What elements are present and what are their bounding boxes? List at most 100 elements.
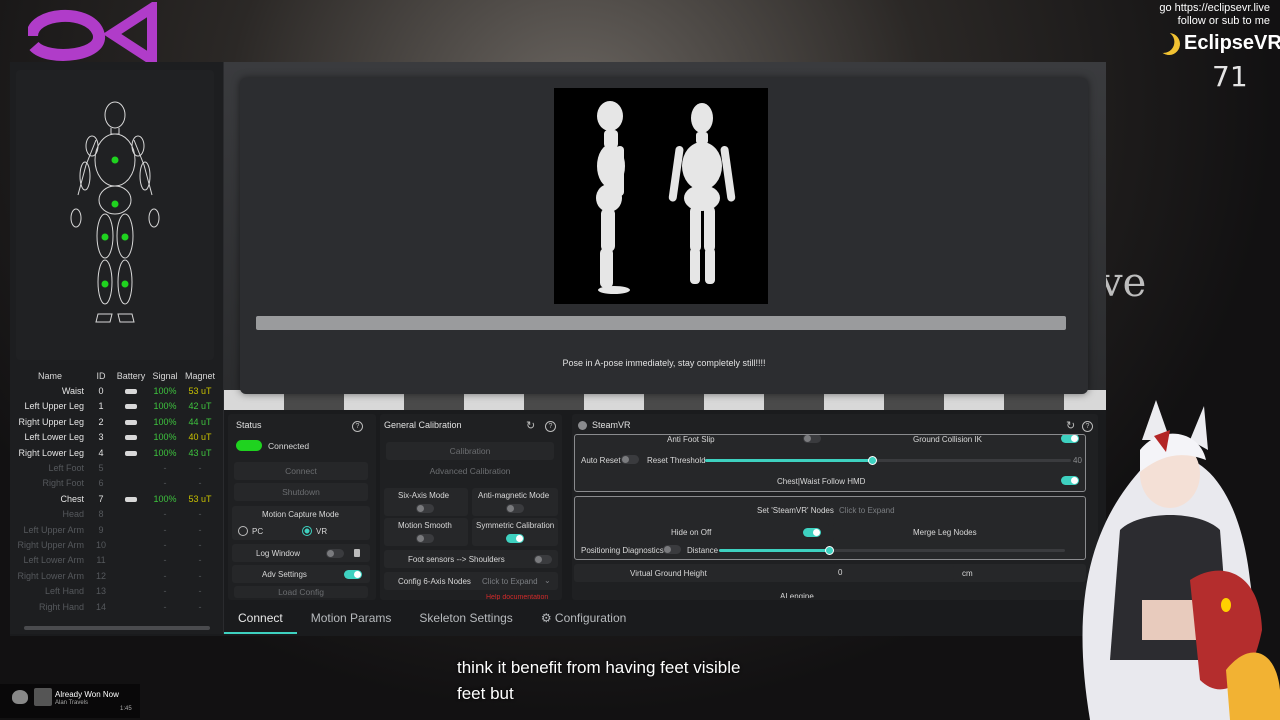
steamvr-panel: SteamVR ↻ ? Anti Foot Slip Ground Collis… <box>572 414 1098 600</box>
sensor-row[interactable]: Left Upper Arm 9 - - <box>10 522 224 537</box>
anti-magnetic-toggle[interactable] <box>506 504 524 513</box>
anti-foot-slip-toggle[interactable] <box>803 435 821 443</box>
motion-smooth-label: Motion Smooth <box>398 521 452 530</box>
sensor-row[interactable]: Left Lower Leg 3 100% 40 uT <box>10 430 224 445</box>
distance-label: Distance <box>687 546 719 555</box>
reset-threshold-knob[interactable] <box>868 456 878 465</box>
sensor-row[interactable]: Right Foot 6 - - <box>10 476 224 491</box>
subtitle-line-1: think it benefit from having feet visibl… <box>457 658 741 677</box>
advanced-calibration-button[interactable]: Advanced Calibration <box>386 462 554 480</box>
stream-link-overlay: go https://eclipsevr.live follow or sub … <box>1159 2 1270 28</box>
config-nodes-row[interactable]: Config 6-Axis Nodes Click to Expand ⌄ <box>384 572 558 590</box>
log-window-toggle[interactable] <box>326 549 344 558</box>
tab-skeleton-settings[interactable]: Skeleton Settings <box>405 606 526 634</box>
trash-icon[interactable] <box>354 549 360 557</box>
sensor-dot-left-lower-leg <box>101 280 109 288</box>
connection-state: Connected <box>268 440 310 451</box>
virtual-ground-label: Virtual Ground Height <box>630 569 707 578</box>
help-documentation-link[interactable]: Help documentation <box>486 594 548 600</box>
sensor-id: 11 <box>96 555 106 566</box>
tab-connect[interactable]: Connect <box>224 606 297 634</box>
tab-configuration[interactable]: ⚙ Configuration <box>527 606 640 634</box>
sensor-battery <box>112 386 150 396</box>
tab-motion-params[interactable]: Motion Params <box>297 606 406 634</box>
sensor-id: 8 <box>98 509 104 520</box>
auto-reset-toggle[interactable] <box>621 455 639 464</box>
calibration-dialog: Pose in A-pose immediately, stay complet… <box>240 78 1088 394</box>
sensor-name: Right Lower Leg <box>18 447 84 458</box>
adv-settings-toggle[interactable] <box>344 570 362 579</box>
connection-status: Connected <box>236 440 309 451</box>
cat-icon <box>12 690 28 704</box>
expand-hint: Click to Expand <box>482 577 538 586</box>
anti-magnetic-row: Anti-magnetic Mode <box>472 488 558 516</box>
sensor-row[interactable]: Right Hand 14 - - <box>10 599 224 614</box>
sensor-row[interactable]: Right Upper Leg 2 100% 44 uT <box>10 414 224 429</box>
reset-threshold-slider[interactable] <box>705 456 1071 465</box>
steamvr-nodes-group: Set 'SteamVR' Nodes Click to Expand Hide… <box>574 496 1086 560</box>
mode-vr-label: VR <box>316 527 328 536</box>
sensor-id: 7 <box>98 493 104 504</box>
col-name: Name <box>37 370 62 381</box>
help-icon[interactable]: ? <box>352 421 363 432</box>
sensor-row[interactable]: Left Lower Arm 11 - - <box>10 553 224 568</box>
hide-on-off-label: Hide on Off <box>671 528 712 537</box>
distance-knob[interactable] <box>824 546 834 555</box>
shutdown-button[interactable]: Shutdown <box>234 483 368 501</box>
tab-configuration-label: Configuration <box>554 611 627 625</box>
distance-slider[interactable] <box>719 546 1065 555</box>
foot-sensors-toggle[interactable] <box>534 555 552 564</box>
mode-pc-label: PC <box>252 527 264 536</box>
set-nodes-row[interactable]: Set 'SteamVR' Nodes Click to Expand <box>579 501 1081 519</box>
help-icon[interactable]: ? <box>545 421 556 432</box>
refresh-icon[interactable]: ↻ <box>526 419 535 432</box>
foot-sensors-row: Foot sensors --> Shoulders <box>384 550 558 568</box>
sensor-name: Right Upper Leg <box>18 416 84 427</box>
sensor-row[interactable]: Waist 0 100% 53 uT <box>10 383 224 398</box>
body-sensor-map <box>16 70 214 360</box>
col-battery: Battery <box>116 370 146 381</box>
sensor-row[interactable]: Right Upper Arm 10 - - <box>10 537 224 552</box>
sensor-magnet: - <box>198 539 202 550</box>
sensor-id: 3 <box>98 432 104 443</box>
stream-link-text: go https://eclipsevr.live <box>1159 2 1270 14</box>
six-axis-row: Six-Axis Mode <box>384 488 468 516</box>
capture-mode-title: Motion Capture Mode <box>262 510 339 519</box>
skeleton-figure-icon <box>70 101 160 323</box>
sensor-signal: - <box>163 463 167 474</box>
sensor-signal: - <box>163 524 167 535</box>
sensor-battery <box>112 448 150 458</box>
sidebar-scrollbar[interactable] <box>24 626 210 630</box>
reset-threshold-label: Reset Threshold <box>647 456 706 465</box>
sensor-row[interactable]: Right Lower Leg 4 100% 43 uT <box>10 445 224 460</box>
sensor-row[interactable]: Chest 7 100% 53 uT <box>10 491 224 506</box>
load-config-button[interactable]: Load Config <box>234 586 368 598</box>
sensor-row[interactable]: Left Hand 13 - - <box>10 583 224 598</box>
calibration-button[interactable]: Calibration <box>386 442 554 460</box>
sensor-signal: - <box>163 539 167 550</box>
symmetric-toggle[interactable] <box>506 534 524 543</box>
sensor-signal: 100% <box>153 386 177 397</box>
motion-smooth-toggle[interactable] <box>416 534 434 543</box>
auto-reset-label: Auto Reset <box>581 456 621 465</box>
sensor-id: 4 <box>98 447 104 458</box>
a-pose-reference-image <box>554 88 768 304</box>
sensor-signal: - <box>163 509 167 520</box>
sensor-magnet: 44 uT <box>188 416 212 427</box>
connect-button[interactable]: Connect <box>234 462 368 480</box>
mode-pc-radio[interactable] <box>238 526 248 536</box>
subtitle-line-2: feet but <box>457 684 514 703</box>
mode-vr-radio[interactable] <box>302 526 312 536</box>
chevron-down-icon: ⌄ <box>544 576 551 585</box>
adv-settings-label: Adv Settings <box>262 570 307 579</box>
positioning-diag-toggle[interactable] <box>663 545 681 554</box>
virtual-ground-input[interactable]: 0 <box>834 566 954 580</box>
sensor-row[interactable]: Head 8 - - <box>10 507 224 522</box>
sensor-row[interactable]: Left Foot 5 - - <box>10 460 224 475</box>
battery-icon <box>125 450 137 456</box>
six-axis-toggle[interactable] <box>416 504 434 513</box>
sensor-row[interactable]: Right Lower Arm 12 - - <box>10 568 224 583</box>
sensor-row[interactable]: Left Upper Leg 1 100% 42 uT <box>10 399 224 414</box>
hide-on-off-toggle[interactable] <box>803 528 821 537</box>
sensor-sidebar: Name ID Battery Signal Magnet Waist 0 100%… <box>10 62 224 634</box>
